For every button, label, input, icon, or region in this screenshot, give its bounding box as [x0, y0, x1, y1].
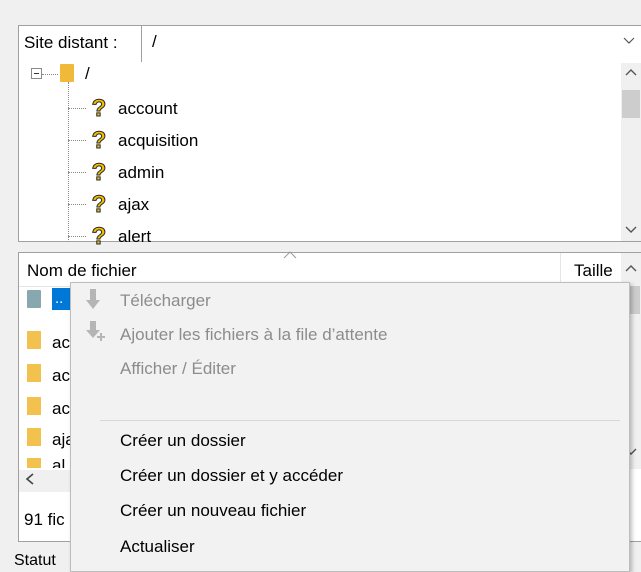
sort-ascending-icon	[282, 248, 298, 263]
menu-item-download[interactable]: Télécharger	[120, 291, 211, 311]
column-header-filename[interactable]: Nom de fichier	[27, 261, 137, 281]
folder-icon	[27, 397, 41, 415]
tree-item-ajax[interactable]: ? ajax	[88, 191, 149, 219]
remote-site-label: Site distant :	[24, 33, 118, 52]
folder-icon	[27, 331, 41, 349]
scroll-down-arrow-icon[interactable]	[621, 222, 641, 239]
question-mark-icon: ?	[91, 95, 107, 123]
tree-collapse-icon[interactable]	[31, 68, 42, 79]
file-row-label[interactable]: ac	[52, 366, 70, 386]
menu-item-create-file[interactable]: Créer un nouveau fichier	[120, 501, 306, 521]
tree-item-alert[interactable]: ? alert	[88, 223, 151, 251]
menu-item-refresh[interactable]: Actualiser	[120, 537, 195, 557]
column-header-size[interactable]: Taille	[574, 261, 613, 281]
menu-separator	[100, 420, 620, 421]
menu-item-view-edit[interactable]: Afficher / Éditer	[120, 359, 236, 379]
folder-icon	[60, 64, 74, 82]
scroll-up-arrow-icon[interactable]	[621, 262, 641, 279]
chevron-down-icon[interactable]	[622, 33, 641, 53]
file-row-label[interactable]: ac	[52, 333, 70, 353]
tree-scroll-thumb[interactable]	[622, 90, 640, 118]
file-row-label[interactable]: al	[52, 456, 65, 468]
folder-icon	[27, 364, 41, 382]
tree-item-account[interactable]: ? account	[88, 95, 177, 123]
menu-item-add-to-queue[interactable]: Ajouter les fichiers à la file d’attente	[120, 325, 387, 345]
status-panel-label: Statut	[14, 552, 56, 569]
download-arrow-icon	[84, 287, 102, 309]
menu-item-create-folder-enter[interactable]: Créer un dossier et y accéder	[120, 466, 343, 486]
parent-folder-icon	[27, 290, 41, 308]
question-mark-icon: ?	[91, 223, 107, 251]
tree-item-acquisition[interactable]: ? acquisition	[88, 127, 198, 155]
file-row-label[interactable]: ac	[52, 399, 70, 419]
parent-dir-label: ..	[55, 290, 64, 307]
menu-item-create-folder[interactable]: Créer un dossier	[120, 431, 246, 451]
folder-icon	[27, 458, 41, 468]
tree-item-admin[interactable]: ? admin	[88, 159, 164, 187]
file-count-status: 91 fic	[24, 510, 65, 529]
remote-path-input[interactable]: /	[141, 26, 641, 62]
folder-icon	[27, 428, 41, 446]
scroll-up-arrow-icon[interactable]	[621, 66, 641, 83]
remote-path-value: /	[152, 32, 157, 51]
scroll-left-arrow-icon[interactable]	[24, 472, 36, 490]
question-mark-icon: ?	[91, 191, 107, 219]
question-mark-icon: ?	[91, 127, 107, 155]
add-to-queue-icon	[84, 320, 105, 342]
question-mark-icon: ?	[91, 159, 107, 187]
tree-root-label[interactable]: /	[85, 64, 90, 84]
